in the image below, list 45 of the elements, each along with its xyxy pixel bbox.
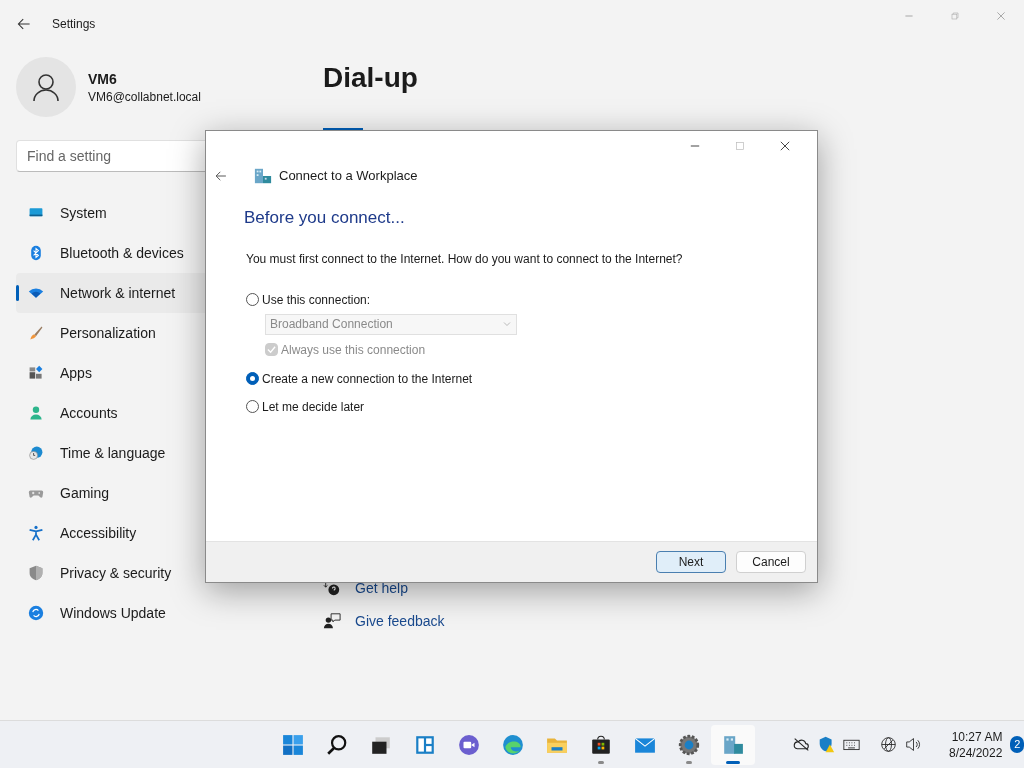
help-link[interactable]: Give feedback (355, 610, 445, 632)
dialog-button[interactable]: Cancel (736, 551, 806, 573)
apps-icon (28, 365, 44, 381)
app-title: Settings (52, 16, 96, 32)
nav-item[interactable]: Privacy & security (16, 553, 296, 593)
search-icon (326, 733, 348, 756)
nav-item[interactable]: Windows Update (16, 593, 296, 633)
building-icon (722, 733, 744, 756)
globe-clock-icon (28, 445, 44, 461)
widgets-icon (414, 733, 436, 756)
chevron-down-icon (502, 319, 512, 329)
feedback-icon (323, 612, 341, 630)
shield-icon (28, 565, 44, 581)
accessibility-icon (28, 525, 44, 541)
clock-date[interactable]: 8/24/2022 (949, 744, 1003, 761)
speaker-icon[interactable] (905, 736, 922, 753)
back-icon[interactable] (214, 169, 228, 183)
radio-option[interactable]: Create a new connection to the Internet (246, 364, 801, 393)
user-name: VM6 (88, 70, 118, 89)
cloud-off-icon[interactable] (793, 736, 810, 753)
back-icon[interactable] (16, 16, 32, 32)
clock-time[interactable]: 10:27 AM (951, 728, 1003, 745)
shield-warning-icon[interactable] (818, 736, 835, 753)
settings-icon (678, 733, 700, 756)
nav-item[interactable]: Time & language (16, 433, 296, 473)
brush-icon (28, 325, 44, 341)
user-email: VM6@collabnet.local (88, 89, 201, 105)
page-title: Dial-up (323, 61, 418, 95)
dialog-prompt: You must first connect to the Internet. How do you want to connect to the Internet? (246, 250, 684, 268)
windows-logo-icon (282, 733, 304, 756)
person-icon (28, 405, 44, 421)
dialog-heading: Before you connect... (244, 207, 406, 229)
nav-item[interactable]: Gaming (16, 473, 296, 513)
nav-item[interactable]: Accessibility (16, 513, 296, 553)
browser-icon (502, 733, 524, 756)
bluetooth-icon (28, 245, 44, 261)
chat-icon (458, 733, 480, 756)
dialog-button[interactable]: Next (656, 551, 726, 573)
checkmark-icon (267, 345, 276, 354)
building-icon (254, 167, 272, 185)
store-icon (590, 733, 612, 756)
notification-badge[interactable]: 2 (1010, 736, 1024, 753)
update-icon (28, 605, 44, 621)
globe-icon[interactable] (880, 736, 897, 753)
radio-option[interactable]: Let me decide later (246, 392, 801, 421)
